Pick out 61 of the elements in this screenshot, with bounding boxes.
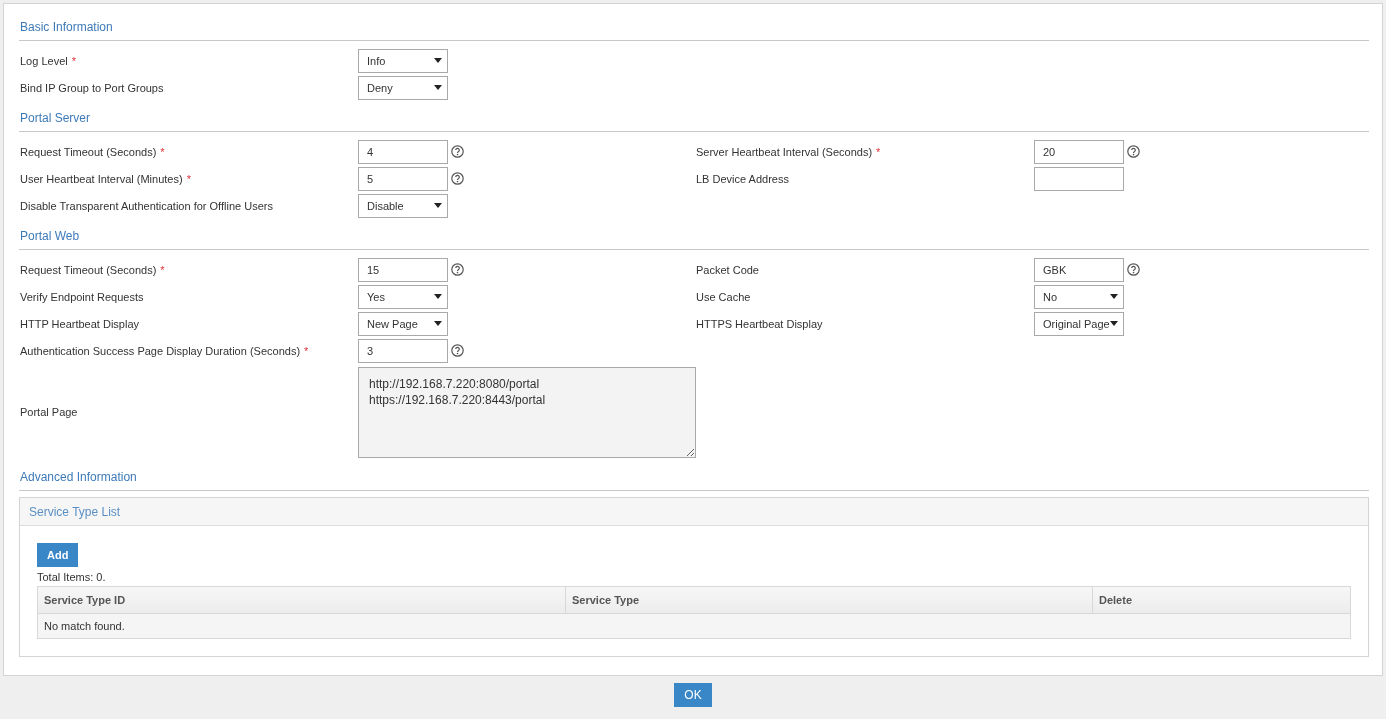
required-mark: * [160, 145, 165, 158]
section-title: Advanced Information [19, 468, 1369, 491]
help-icon[interactable] [1127, 263, 1140, 276]
field-label: Log Level [20, 54, 68, 67]
column-header[interactable]: Service Type [565, 587, 1092, 613]
caret-icon [434, 321, 442, 326]
caret-icon [1110, 294, 1118, 299]
input-field[interactable]: 15 [358, 257, 448, 282]
field-label: Request Timeout (Seconds) [20, 145, 157, 158]
help-icon[interactable] [451, 344, 464, 357]
section-title: Portal Server [19, 109, 1369, 132]
text-area[interactable]: http://192.168.7.220:8080/portal https://192.168.7.220:8443/portal [358, 366, 696, 458]
field-label: Bind IP Group to Port Groups [20, 81, 164, 94]
input-field[interactable] [1034, 166, 1124, 191]
required-mark: * [304, 344, 309, 357]
input-field[interactable]: GBK [1034, 257, 1124, 282]
caret-icon [434, 203, 442, 208]
field-label: Server Heartbeat Interval (Seconds) [696, 145, 873, 158]
panel-title: Service Type List [29, 505, 121, 519]
field-label: Portal Page [20, 406, 78, 418]
dropdown[interactable]: Original Page [1034, 311, 1124, 336]
field-label: Use Cache [696, 290, 751, 303]
field-label: HTTPS Heartbeat Display [696, 317, 823, 330]
input-field[interactable]: 20 [1034, 139, 1124, 164]
help-icon[interactable] [451, 263, 464, 276]
required-mark: * [876, 145, 881, 158]
field-label: Request Timeout (Seconds) [20, 263, 157, 276]
field-label: Verify Endpoint Requests [20, 290, 144, 303]
total-items: Total Items: 0. [37, 571, 107, 583]
caret-icon [1110, 321, 1118, 326]
ok-button[interactable]: OK [674, 683, 712, 707]
field-label: Packet Code [696, 263, 759, 276]
help-icon[interactable] [451, 145, 464, 158]
required-mark: * [71, 54, 76, 67]
field-label: User Heartbeat Interval (Minutes) [20, 172, 183, 185]
caret-icon [434, 294, 442, 299]
caret-icon [434, 85, 442, 90]
column-header[interactable]: Service Type ID [38, 587, 565, 613]
dropdown[interactable]: New Page [358, 311, 448, 336]
help-icon[interactable] [1127, 145, 1140, 158]
caret-icon [434, 58, 442, 63]
dropdown[interactable]: Deny [358, 75, 448, 100]
column-header[interactable]: Delete [1092, 587, 1350, 613]
add-button[interactable]: Add [37, 543, 79, 567]
input-field[interactable]: 4 [358, 139, 448, 164]
field-label: Disable Transparent Authentication for Offline Users [20, 199, 273, 212]
section-title: Portal Web [19, 227, 1369, 250]
dropdown[interactable]: Yes [358, 284, 448, 309]
dropdown[interactable]: Info [358, 48, 448, 73]
dropdown[interactable]: Disable [358, 193, 448, 218]
field-label: HTTP Heartbeat Display [20, 317, 139, 330]
section-title: Basic Information [19, 18, 1369, 41]
input-field[interactable]: 5 [358, 166, 448, 191]
empty-message: No match found. [44, 620, 125, 632]
field-label: LB Device Address [696, 172, 789, 185]
field-label: Authentication Success Page Display Duration (Seconds) [20, 344, 301, 357]
required-mark: * [160, 263, 165, 276]
help-icon[interactable] [451, 172, 464, 185]
dropdown[interactable]: No [1034, 284, 1124, 309]
input-field[interactable]: 3 [358, 338, 448, 363]
required-mark: * [186, 172, 191, 185]
